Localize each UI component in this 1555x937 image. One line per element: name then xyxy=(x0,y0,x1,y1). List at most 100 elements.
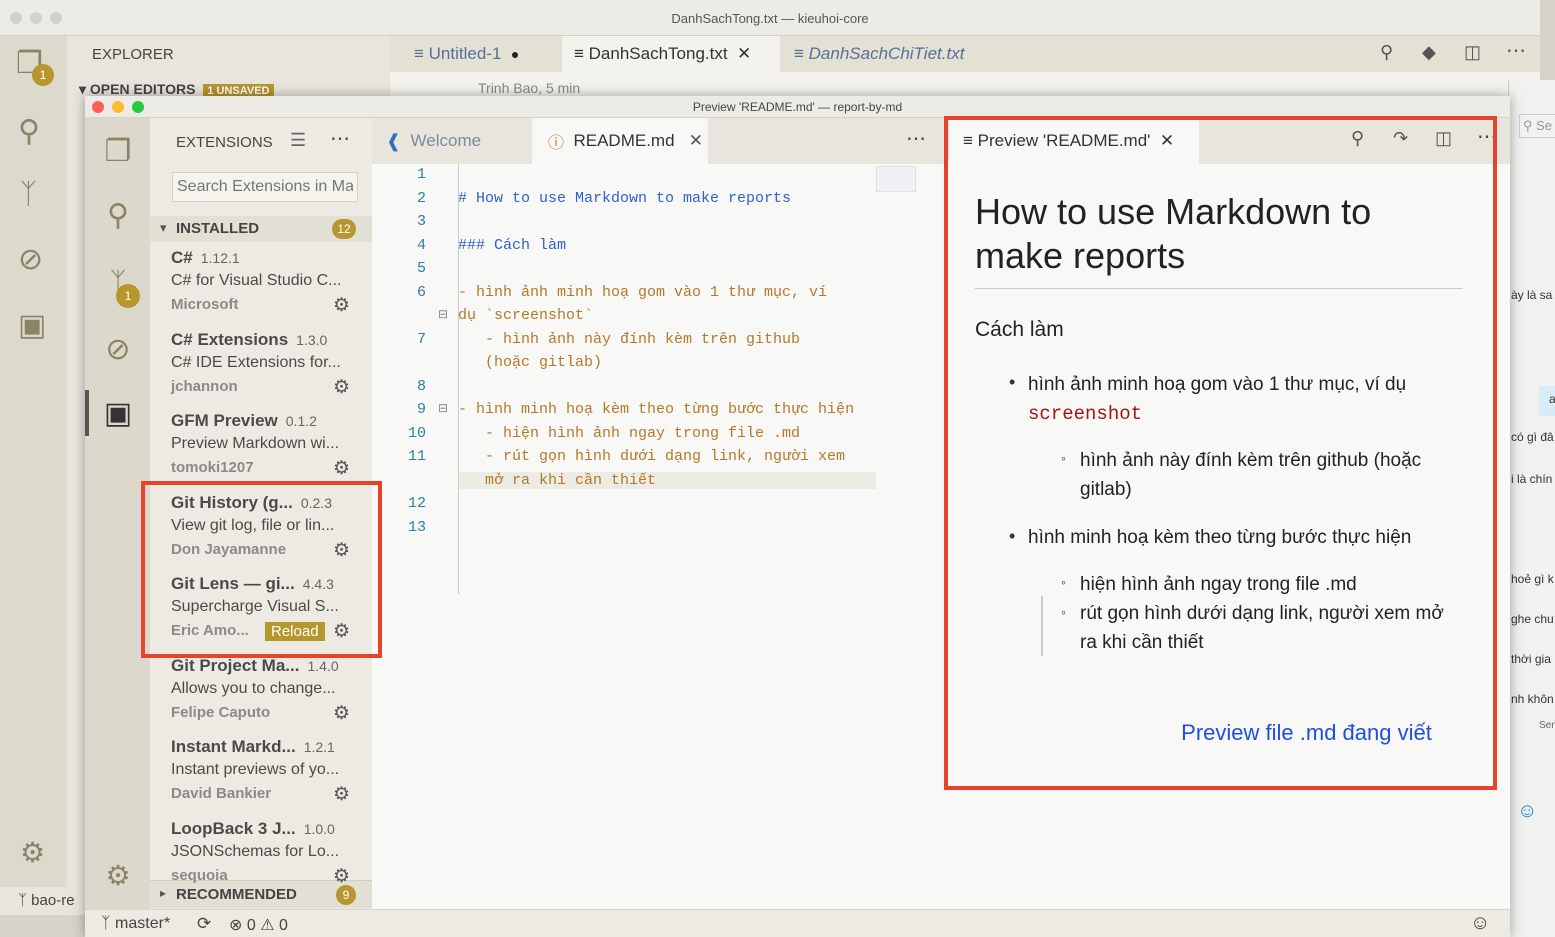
debug-icon[interactable]: ⊘ xyxy=(18,242,43,277)
feedback-smiley-icon[interactable]: ☺ xyxy=(1470,912,1490,935)
code-line: mở ra khi cần thiết xyxy=(458,471,876,489)
line-number: 9 xyxy=(416,401,426,418)
extension-version: 1.2.1 xyxy=(303,739,335,755)
extension-item[interactable]: LoopBack 3 J... 1.0.0 JSONSchemas for Lo..… xyxy=(150,819,372,901)
line-number: 2 xyxy=(416,189,426,207)
line-number: 6 xyxy=(416,283,426,301)
tab-danhsachtong[interactable]: ≡ DanhSachTong.txt ✕ xyxy=(562,36,780,72)
tab-untitled[interactable]: ≡ Untitled-1 ● xyxy=(402,36,562,72)
skype-msg: ày là sa xyxy=(1511,288,1553,302)
git-icon[interactable]: ◆ xyxy=(1422,42,1436,63)
line-number: 10 xyxy=(407,424,426,442)
status-bar: ᛉ master* ⟳ ⊗ 0 ⚠ 0 ☺ xyxy=(85,909,1510,937)
extension-gear-icon[interactable]: ⚙ xyxy=(333,783,350,806)
extension-version: 1.0.0 xyxy=(303,820,335,837)
close-icon[interactable]: ✕ xyxy=(689,131,703,151)
extension-item[interactable]: Instant Markd... 1.2.1 Instant previews of… xyxy=(150,737,372,819)
line-number: 13 xyxy=(407,518,426,536)
close-icon[interactable]: ✕ xyxy=(737,44,751,64)
fold-icon[interactable]: ⊟ xyxy=(438,401,448,415)
extension-publisher: sequoia xyxy=(171,866,228,884)
code-line: ### Cách làm xyxy=(458,236,567,254)
line-number: 7 xyxy=(416,330,426,348)
code-line: - hình minh hoạ kèm theo từng bước thực … xyxy=(458,401,855,418)
skype-msg: thời gia xyxy=(1511,652,1551,666)
code-line: - hình ảnh minh hoạ gom vào 1 thư mục, v… xyxy=(458,283,828,301)
vscode-logo-icon: ❰ xyxy=(386,130,402,151)
installed-count-badge: 12 xyxy=(332,219,356,239)
tab-bar: ❰ Welcome ⓘ README.md ✕ ⋯ xyxy=(372,118,943,164)
fold-icon[interactable]: ⊟ xyxy=(438,307,448,321)
editor-group: ❰ Welcome ⓘ README.md ✕ ⋯ 1 2 # How to use… xyxy=(372,118,1022,914)
extension-item[interactable]: Git Project Ma... 1.4.0 Allows you to chan… xyxy=(150,656,372,738)
tab-readme[interactable]: ⓘ README.md ✕ xyxy=(532,118,708,164)
skype-contacts-icon[interactable]: ☺ xyxy=(1517,800,1537,823)
extension-gear-icon[interactable]: ⚙ xyxy=(333,865,350,888)
extension-gear-icon[interactable]: ⚙ xyxy=(333,294,350,317)
sync-icon[interactable]: ⟳ xyxy=(197,914,211,934)
extension-description: C# for Visual Studio C... xyxy=(171,272,342,289)
search-extensions-input[interactable] xyxy=(172,172,358,202)
code-line: - hiện hình ảnh ngay trong file .md xyxy=(458,424,801,442)
skype-search[interactable]: ⚲ Se xyxy=(1519,114,1555,138)
extension-publisher: Felipe Caputo xyxy=(171,703,271,721)
more-icon[interactable]: ⋯ xyxy=(906,126,926,151)
extension-name: Git Project Ma... 1.4.0 xyxy=(171,655,339,675)
indent-guide xyxy=(458,164,459,594)
git-blame-annotation: Trinh Bao, 5 min xyxy=(478,80,581,96)
extension-version: 1.3.0 xyxy=(296,331,328,348)
window-title: DanhSachTong.txt — kieuhoi-core xyxy=(671,11,869,26)
branch-status[interactable]: ᛉ master* xyxy=(101,915,170,933)
debug-icon[interactable]: ⊘ xyxy=(99,330,137,368)
problems-status[interactable]: ⊗ 0 ⚠ 0 xyxy=(229,915,288,935)
extension-publisher: Microsoft xyxy=(171,296,239,313)
back-window-titlebar: DanhSachTong.txt — kieuhoi-core xyxy=(0,0,1540,36)
extension-gear-icon[interactable]: ⚙ xyxy=(333,376,350,399)
search-icon[interactable]: ⚲ xyxy=(18,114,40,149)
extension-publisher: David Bankier xyxy=(171,785,272,802)
window-title: Preview 'README.md' — report-by-md xyxy=(692,100,903,114)
extensions-icon[interactable]: ▣ xyxy=(18,308,46,343)
explorer-title: EXPLORER xyxy=(92,46,174,63)
line-number: 3 xyxy=(416,213,426,230)
more-icon[interactable]: ⋯ xyxy=(1506,38,1526,63)
search-icon[interactable]: ⚲ xyxy=(99,196,137,234)
scm-badge: 1 xyxy=(116,284,140,308)
skype-msg: hoẻ gì k xyxy=(1511,572,1554,586)
warning-icon: ⚠ xyxy=(260,917,275,934)
extension-version: 1.4.0 xyxy=(307,657,339,674)
settings-gear-icon[interactable]: ⚙ xyxy=(99,856,137,894)
extensions-icon[interactable]: ▣ xyxy=(99,394,137,432)
front-titlebar: Preview 'README.md' — report-by-md xyxy=(85,96,1510,118)
split-editor-icon[interactable]: ◫ xyxy=(1464,42,1481,63)
extension-name: C# Extensions 1.3.0 xyxy=(171,329,328,349)
extension-version: 0.1.2 xyxy=(285,413,317,429)
extension-gear-icon[interactable]: ⚙ xyxy=(333,457,350,480)
extension-gear-icon[interactable]: ⚙ xyxy=(333,702,350,725)
installed-label: INSTALLED xyxy=(176,220,260,237)
extension-description: JSONSchemas for Lo... xyxy=(171,842,340,860)
installed-header[interactable]: ▾ INSTALLED 12 xyxy=(150,216,372,242)
open-changes-icon[interactable]: ⚲ xyxy=(1380,42,1393,63)
extension-name: GFM Preview 0.1.2 xyxy=(171,411,317,430)
extension-item[interactable]: C# Extensions 1.3.0 C# IDE Extensions for.… xyxy=(150,330,372,412)
activity-badge: 1 xyxy=(32,64,54,86)
skype-msg: ghe chu xyxy=(1511,612,1554,626)
files-icon[interactable]: ❐ xyxy=(99,132,137,170)
skype-window: ⚲ Se ày là sa a có gì đâ i là chín hoẻ g… xyxy=(1508,80,1555,937)
tab-danhsachchitiet[interactable]: ≡ DanhSachChiTiet.txt xyxy=(782,36,1028,72)
extension-item[interactable]: C# 1.12.1 C# for Visual Studio C... Microso… xyxy=(150,248,372,330)
minimap[interactable] xyxy=(876,166,916,192)
more-icon[interactable]: ⋯ xyxy=(330,126,350,151)
back-tab-bar: ≡ Untitled-1 ● ≡ DanhSachTong.txt ✕ ≡ Da… xyxy=(390,36,1540,72)
code-line: - rút gọn hình dưới dạng link, người xem xyxy=(458,448,846,465)
sidebar-title: EXTENSIONS xyxy=(176,134,273,151)
clear-extensions-icon[interactable]: ☰ xyxy=(290,130,306,151)
line-number: 11 xyxy=(407,448,426,465)
dirty-dot-icon: ● xyxy=(510,46,520,62)
settings-gear-icon[interactable]: ⚙ xyxy=(20,836,45,869)
line-number: 8 xyxy=(416,377,426,395)
tab-welcome[interactable]: ❰ Welcome xyxy=(372,118,530,164)
source-control-icon[interactable]: ᛉ xyxy=(20,178,37,210)
back-branch[interactable]: ᛉ bao-re xyxy=(18,892,75,909)
